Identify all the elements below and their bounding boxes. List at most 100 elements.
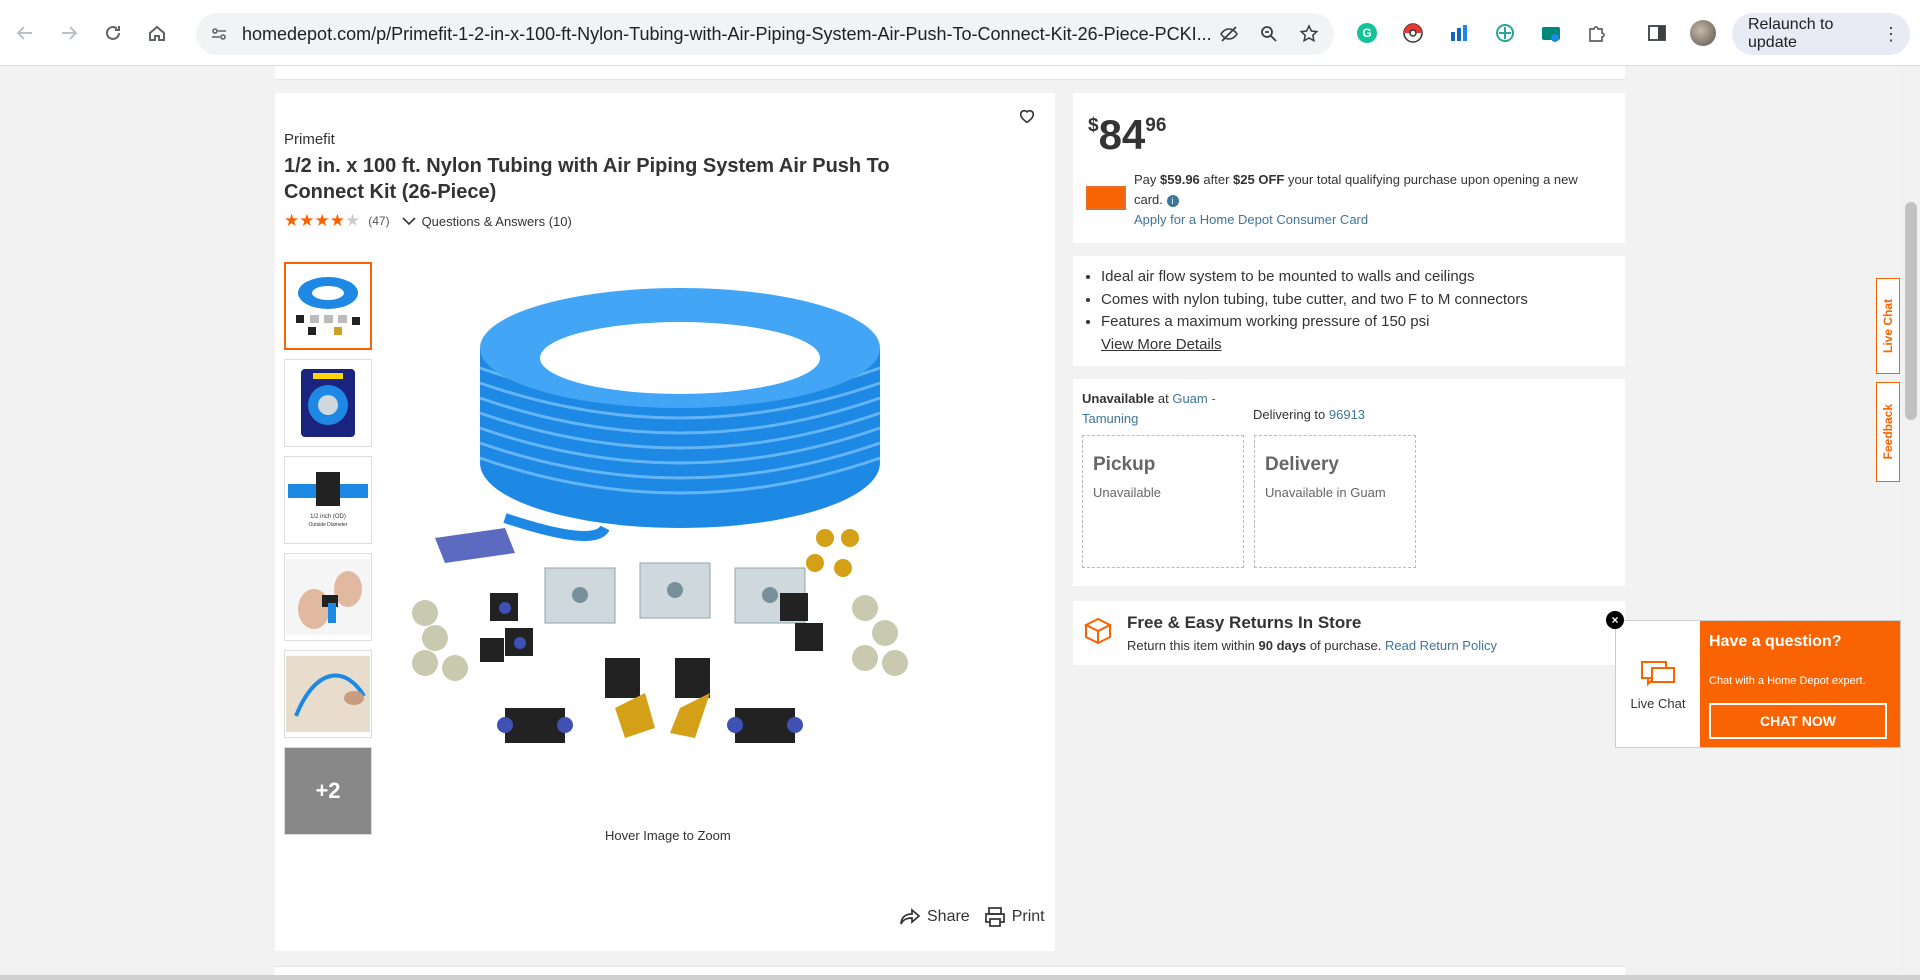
highlights-list: Ideal air flow system to be mounted to w… [1101,266,1528,356]
highlights-card: Ideal air flow system to be mounted to w… [1073,256,1625,366]
site-info-icon[interactable] [200,15,238,53]
returns-box-icon [1082,615,1114,652]
home-icon [149,25,165,41]
thumbnail-1[interactable] [284,262,372,350]
thumbnail-more[interactable]: +2 [284,747,372,835]
svg-text:G: G [1362,26,1371,40]
review-count[interactable]: (47) [368,214,389,228]
page-scrollbar[interactable] [1902,66,1920,980]
share-label: Share [927,908,970,925]
puzzle-extensions-icon[interactable] [1580,16,1614,50]
share-button[interactable]: Share [899,907,970,927]
close-icon[interactable]: × [1606,611,1624,629]
zoom-icon[interactable] [1252,17,1286,51]
url-text[interactable]: homedepot.com/p/Primefit-1-2-in-x-100-ft… [242,24,1212,45]
product-title: 1/2 in. x 100 ft. Nylon Tubing with Air … [284,155,890,203]
relaunch-button[interactable]: Relaunch to update ⋮ [1732,13,1910,55]
price-dollar: $ [1088,115,1099,136]
reload-button[interactable] [94,14,132,52]
rating-row: ★★★★★ (47) Questions & Answers (10) [284,211,572,231]
delivery-status: Unavailable in Guam [1265,485,1386,500]
info-icon[interactable]: i [1166,195,1179,207]
thumbnail-3[interactable]: 1/2 inch (OD) Outside Diameter [284,456,372,544]
feedback-side-tab[interactable]: Feedback [1876,382,1900,482]
print-button[interactable]: Print [984,906,1045,928]
previous-section [275,66,1625,80]
bookmark-star-icon[interactable] [1292,17,1326,51]
pickup-title: Pickup [1093,454,1156,475]
share-print-row: Share Print [899,906,1045,928]
price-card: $8496 Pay $59.96 after $25 OFF your tota… [1073,93,1625,243]
address-bar[interactable]: homedepot.com/p/Primefit-1-2-in-x-100-ft… [196,13,1334,55]
feedback-tab-label: Feedback [1881,404,1895,460]
return-policy-link[interactable]: Read Return Policy [1385,638,1497,653]
thumbnail-2[interactable] [284,359,372,447]
svg-text:Outside Diameter: Outside Diameter [309,522,348,528]
image-extension-icon[interactable] [1534,16,1568,50]
share-icon [900,908,921,925]
price: $8496 [1088,111,1166,159]
card-promo: Pay $59.96 after $25 OFF your total qual… [1134,172,1578,227]
delivery-title: Delivery [1265,454,1339,475]
hover-zoom-hint: Hover Image to Zoom [605,828,731,843]
printer-icon [984,907,1005,927]
reload-icon [106,25,120,40]
thumbnail-5[interactable] [284,650,372,738]
qa-label: Questions & Answers (10) [421,213,572,229]
svg-text:1/2 inch (OD): 1/2 inch (OD) [310,514,346,520]
store-availability: Unavailable at Guam - Tamuning [1082,391,1216,426]
rating-stars[interactable]: ★★★★★ [284,211,360,231]
relaunch-label: Relaunch to update [1748,16,1834,51]
live-chat-side-tab[interactable]: Live Chat [1876,278,1900,374]
chart-extension-icon[interactable] [1442,16,1476,50]
chat-now-button[interactable]: CHAT NOW [1709,703,1887,739]
price-whole: 84 [1098,111,1146,158]
browser-toolbar: homedepot.com/p/Primefit-1-2-in-x-100-ft… [0,0,1920,66]
highlight-item: Comes with nylon tubing, tube cutter, an… [1101,289,1528,312]
pickup-status: Unavailable [1093,485,1161,500]
chevron-down-icon [401,217,416,226]
price-cents: 96 [1145,115,1167,136]
eye-off-icon[interactable] [1212,17,1246,51]
ai-extension-icon[interactable] [1488,16,1522,50]
chat-widget: Live Chat Have a question? Chat with a H… [1615,620,1901,748]
profile-avatar[interactable] [1686,16,1720,50]
highlight-item: Ideal air flow system to be mounted to w… [1101,266,1528,289]
product-main-image[interactable] [395,288,975,808]
credit-card-icon [1086,186,1126,210]
arrow-right-icon [62,25,78,40]
live-chat-tab-label: Live Chat [1881,298,1895,353]
returns-title: Free & Easy Returns In Store [1127,613,1362,632]
arrow-left-icon [16,25,32,40]
returns-subtext: Return this item within 90 days of purch… [1127,638,1497,653]
chat-subtext: Chat with a Home Depot expert. [1709,675,1866,687]
live-chat-label: Live Chat [1630,695,1686,711]
thumbnail-4[interactable] [284,553,372,641]
thumbnail-list: 1/2 inch (OD) Outside Diameter +2 [284,262,374,844]
zip-link[interactable]: 96913 [1329,407,1365,422]
home-button[interactable] [138,14,176,52]
chat-question: Have a question? [1709,633,1842,650]
live-chat-launcher[interactable]: Live Chat [1616,621,1700,747]
back-button[interactable] [6,14,44,52]
forward-button[interactable] [50,14,88,52]
apply-card-link[interactable]: Apply for a Home Depot Consumer Card [1134,212,1368,227]
horizontal-scrollbar[interactable] [0,975,1920,980]
product-brand[interactable]: Primefit [284,131,335,148]
product-media-card: Primefit 1/2 in. x 100 ft. Nylon Tubing … [275,93,1055,951]
heart-icon[interactable] [1018,107,1042,131]
pokeball-extension-icon[interactable] [1396,16,1430,50]
grammarly-extension-icon[interactable]: G [1350,16,1384,50]
delivery-tile[interactable]: Delivery Unavailable in Guam [1254,435,1416,568]
print-label: Print [1011,908,1045,925]
pickup-tile[interactable]: Pickup Unavailable [1082,435,1244,568]
returns-card: Free & Easy Returns In Store Return this… [1073,601,1625,665]
side-panel-icon[interactable] [1640,16,1674,50]
delivering-to: Delivering to 96913 [1253,407,1366,422]
questions-answers-link[interactable]: Questions & Answers (10) [401,213,572,229]
chat-bubble-icon [1641,660,1675,686]
scrollbar-thumb[interactable] [1905,202,1917,420]
view-more-details-link[interactable]: View More Details [1101,334,1528,357]
fulfillment-card: Unavailable at Guam - Tamuning Deliverin… [1073,379,1625,586]
more-vert-icon: ⋮ [1882,23,1900,44]
